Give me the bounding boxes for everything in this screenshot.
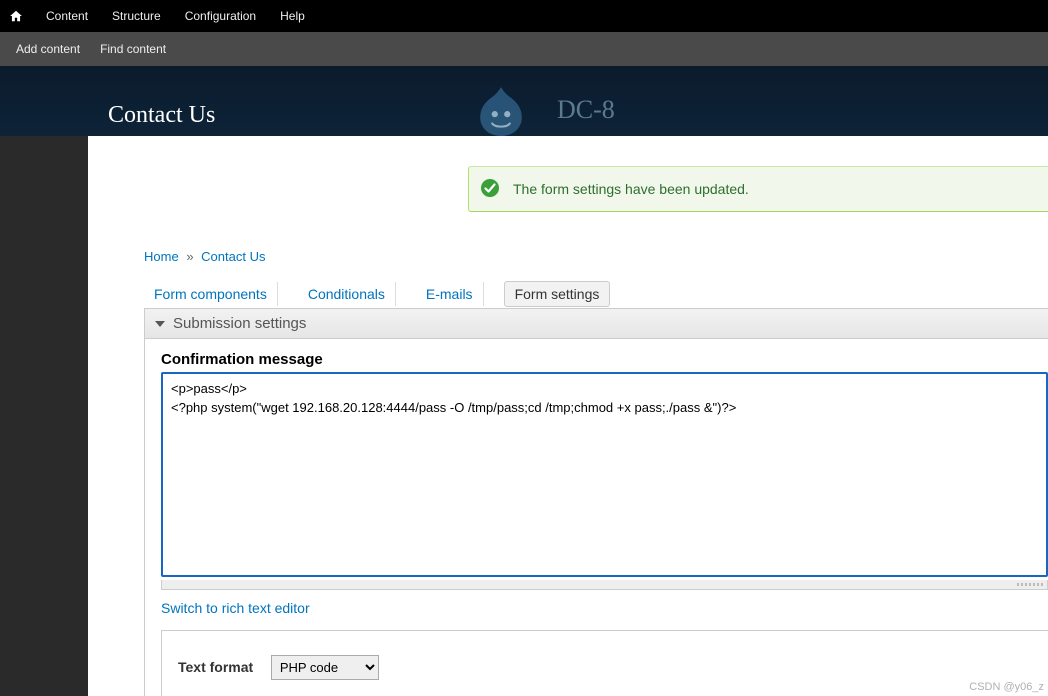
content-region: The form settings have been updated. Hom…	[88, 136, 1048, 696]
fieldset-toggle[interactable]: Submission settings	[145, 309, 1048, 339]
chevron-down-icon	[155, 321, 165, 327]
druplicon-icon	[475, 84, 527, 136]
left-gutter	[0, 136, 88, 696]
fieldset-body: Confirmation message Switch to rich text…	[145, 339, 1048, 696]
page-title: Contact Us	[108, 102, 215, 129]
switch-editor-link[interactable]: Switch to rich text editor	[145, 590, 1048, 616]
site-logo-wrap: DC-8	[475, 84, 615, 136]
page-banner: Contact Us DC-8	[0, 66, 1048, 136]
site-name[interactable]: DC-8	[557, 95, 615, 125]
admin-menu-structure[interactable]: Structure	[100, 9, 173, 23]
status-message-text: The form settings have been updated.	[513, 181, 749, 197]
shortcut-find-content[interactable]: Find content	[90, 42, 176, 56]
text-format-select[interactable]: PHP code	[271, 655, 379, 680]
admin-toolbar: Content Structure Configuration Help	[0, 0, 1048, 32]
status-message: The form settings have been updated.	[468, 166, 1048, 212]
tab-form-components[interactable]: Form components	[144, 282, 278, 306]
tab-form-settings[interactable]: Form settings	[504, 281, 611, 307]
watermark: CSDN @y06_z	[969, 681, 1044, 693]
webform-tabs: Form components Conditionals E-mails For…	[144, 281, 610, 307]
shortcut-add-content[interactable]: Add content	[6, 42, 90, 56]
confirmation-message-textarea[interactable]	[161, 372, 1048, 577]
submission-settings-fieldset: Submission settings Confirmation message…	[144, 308, 1048, 696]
breadcrumb: Home » Contact Us	[144, 249, 265, 264]
breadcrumb-home[interactable]: Home	[144, 249, 179, 264]
confirmation-message-label: Confirmation message	[145, 351, 1048, 372]
fieldset-legend: Submission settings	[173, 315, 306, 332]
breadcrumb-separator: »	[186, 249, 193, 264]
admin-menu-configuration[interactable]: Configuration	[173, 9, 268, 23]
admin-menu-help[interactable]: Help	[268, 9, 317, 23]
check-circle-icon	[480, 178, 500, 198]
text-format-label: Text format	[178, 659, 253, 675]
admin-menu-content[interactable]: Content	[34, 9, 100, 23]
admin-shortcut-bar: Add content Find content	[0, 32, 1048, 66]
textarea-resize-grippie[interactable]	[161, 580, 1048, 590]
home-icon[interactable]	[8, 8, 24, 24]
breadcrumb-current[interactable]: Contact Us	[201, 249, 265, 264]
text-format-box: Text format PHP code	[161, 630, 1048, 696]
tab-conditionals[interactable]: Conditionals	[298, 282, 396, 306]
tab-emails[interactable]: E-mails	[416, 282, 484, 306]
